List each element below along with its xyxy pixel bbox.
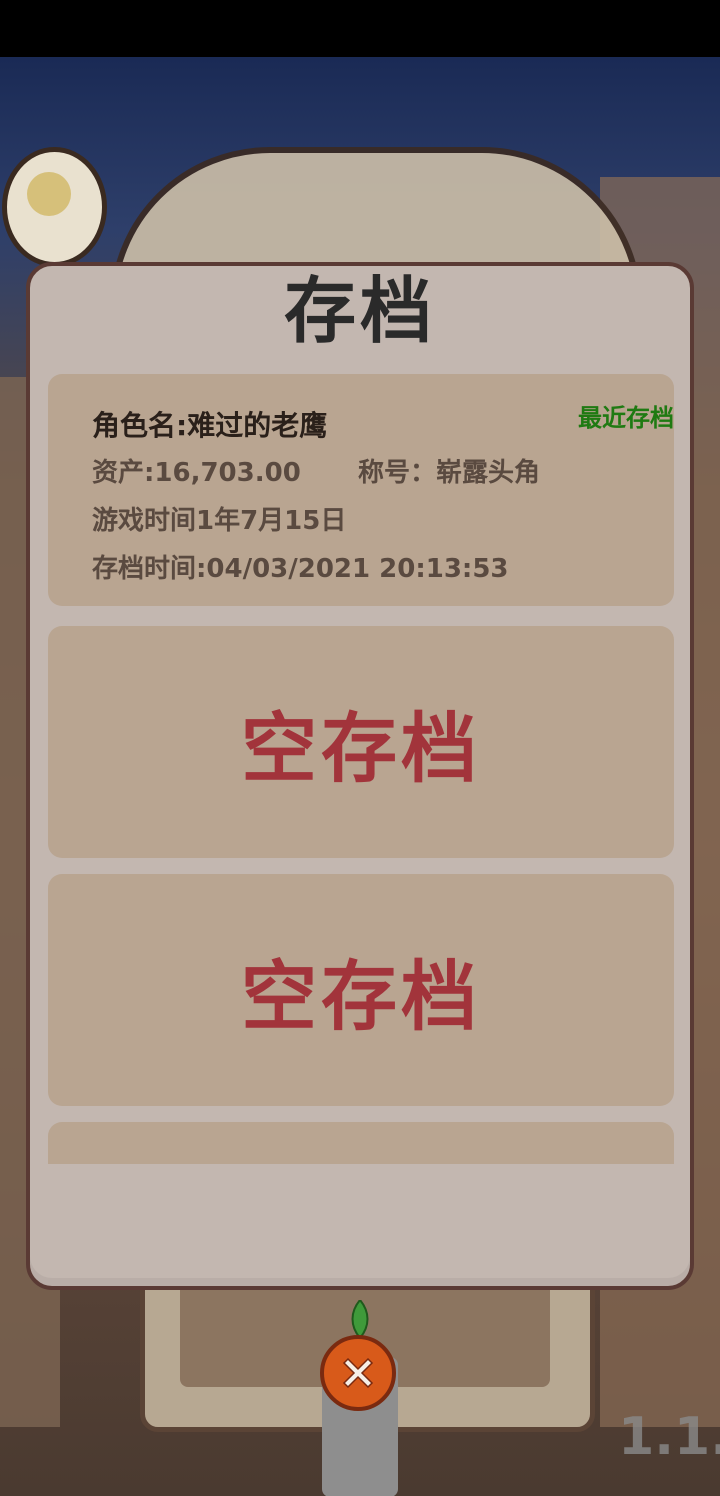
leaf-icon xyxy=(351,1300,369,1338)
empty-slot-label: 空存档 xyxy=(241,952,481,1041)
assets-value: 资产:16,703.00 xyxy=(92,458,301,488)
save-slot-1[interactable]: 最近存档 角色名:难过的老鹰 资产:16,703.00 称号：崭露头角 游戏时间… xyxy=(48,374,674,606)
save-slot-3[interactable]: 空存档 xyxy=(48,874,674,1106)
recent-save-tag: 最近存档 xyxy=(578,404,674,432)
dialog-title: 存档 xyxy=(283,269,436,353)
lightbulb-icon xyxy=(2,147,107,267)
save-slot-4-partial[interactable] xyxy=(48,1122,674,1164)
close-button[interactable] xyxy=(320,1335,396,1411)
game-time: 游戏时间1年7月15日 xyxy=(92,506,347,536)
save-slot-2[interactable]: 空存档 xyxy=(48,626,674,858)
close-x-icon xyxy=(342,1357,374,1389)
empty-slot-label: 空存档 xyxy=(241,704,481,793)
save-slot-list[interactable]: 最近存档 角色名:难过的老鹰 资产:16,703.00 称号：崭露头角 游戏时间… xyxy=(48,374,674,1164)
character-name: 角色名:难过的老鹰 xyxy=(92,409,328,442)
save-dialog: 存档 最近存档 角色名:难过的老鹰 资产:16,703.00 称号：崭露头角 游… xyxy=(26,262,694,1290)
save-time: 存档时间:04/03/2021 20:13:53 xyxy=(92,554,509,584)
status-bar xyxy=(0,0,720,57)
player-title: 称号：崭露头角 xyxy=(358,458,541,488)
version-text: 1.1. xyxy=(618,1407,720,1467)
